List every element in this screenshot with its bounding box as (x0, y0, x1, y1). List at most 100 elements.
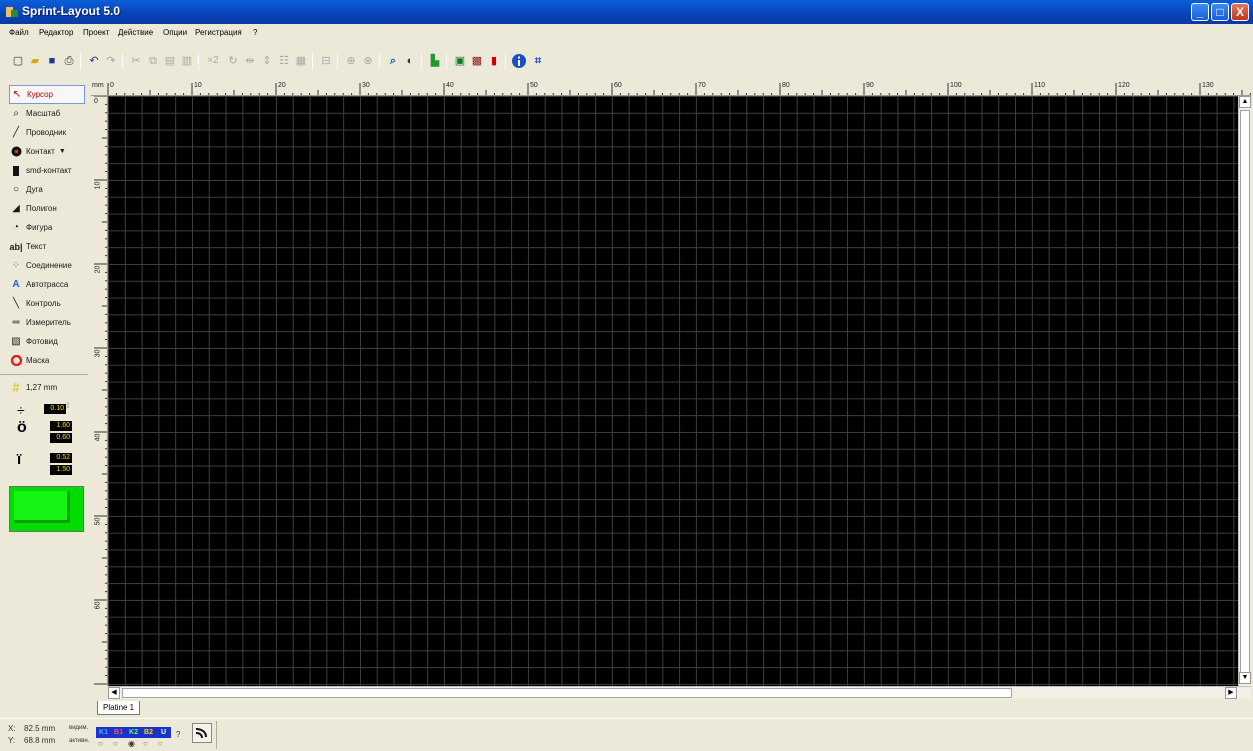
scroll-right-button[interactable]: ▶ (1225, 687, 1237, 699)
shape-icon: ◔ (12, 222, 20, 233)
ungroup-icon[interactable]: ⊟ (318, 53, 334, 69)
mask-icon (9, 354, 23, 368)
group-icon[interactable]: ▦ (293, 53, 309, 69)
layer-k2-radio[interactable]: ◉ (128, 739, 135, 748)
copy-icon[interactable]: ⧉ (145, 53, 161, 69)
close-button[interactable]: X (1231, 3, 1249, 21)
grid-setting[interactable]: #1,27 mm (9, 378, 85, 397)
arc-icon: ○ (12, 184, 20, 195)
lock-icon[interactable]: ⊕ (343, 53, 359, 69)
scroll-left-button[interactable]: ◀ (108, 687, 120, 699)
rotate-icon[interactable]: ↻ (225, 53, 241, 69)
layer-b2-radio[interactable]: ○ (143, 739, 148, 748)
tool-mask[interactable]: Маска (9, 351, 85, 370)
layer-k1-radio[interactable]: ○ (98, 739, 103, 748)
paste-icon[interactable]: ▤ (162, 53, 178, 69)
tool-text[interactable]: ab| Текст (9, 237, 85, 256)
delete-icon[interactable]: ▥ (179, 53, 195, 69)
toolbar-separator (80, 53, 81, 69)
x-coord-value: 82.5 mm (24, 724, 56, 733)
tab-platine-1[interactable]: Platine 1 (97, 701, 141, 715)
menu-project[interactable]: Проект (83, 28, 109, 37)
pcb-canvas[interactable] (108, 96, 1238, 686)
tool-arc[interactable]: ○ Дуга (9, 180, 85, 199)
track-width-value[interactable]: 0.10 (44, 404, 66, 414)
crop-icon[interactable]: ⌗ (530, 53, 546, 69)
mirror-horizontal-icon[interactable]: ⇹ (242, 53, 258, 69)
horizontal-scrollbar[interactable]: ◀ ▶ (108, 686, 1251, 699)
minimize-button[interactable]: _ (1191, 3, 1209, 21)
open-folder-icon[interactable]: ▰ (27, 53, 43, 69)
tool-label: Текст (26, 242, 47, 251)
tool-photoview[interactable]: ▧ Фотовид (9, 332, 85, 351)
menu-edit[interactable]: Редактор (39, 28, 73, 37)
layer-b1-toggle[interactable]: B1 (111, 727, 126, 738)
redo-icon[interactable]: ↷ (103, 53, 119, 69)
transparency-icon[interactable]: ◐ (402, 53, 418, 69)
track-width-spin[interactable]: ⁞ (67, 403, 69, 410)
menu-options[interactable]: Опции (163, 28, 187, 37)
menu-action[interactable]: Действие (118, 28, 153, 37)
smd-height-value[interactable]: 1.50 (50, 465, 72, 475)
pad-outer-value[interactable]: 1.60 (50, 421, 72, 431)
toolbar-separator (198, 53, 199, 69)
layer-switch-icon (195, 728, 207, 739)
align-icon[interactable]: ☷ (276, 53, 292, 69)
tool-zoom[interactable]: ⌕ Масштаб (9, 104, 85, 123)
save-icon[interactable]: ■ (44, 53, 60, 69)
mirror-vertical-icon[interactable]: ⇕ (259, 53, 275, 69)
scroll-down-button[interactable]: ▼ (1239, 672, 1251, 684)
duplicate-x2-icon[interactable]: ×2 (203, 53, 223, 69)
tool-smd-pad[interactable]: smd-контакт (9, 161, 85, 180)
layer-k1-toggle[interactable]: K1 (96, 727, 111, 738)
tool-shape[interactable]: ◔ Фигура (9, 218, 85, 237)
undo-icon[interactable]: ↶ (86, 53, 102, 69)
tool-label: Измеритель (26, 318, 71, 327)
drc-icon[interactable]: ▙ (427, 53, 443, 69)
chevron-down-icon[interactable]: ▼ (59, 148, 66, 155)
tool-cursor[interactable]: ↖ Курсор (9, 85, 85, 104)
info-icon[interactable] (511, 53, 527, 69)
zoom-icon[interactable]: ⌕ (385, 53, 401, 69)
layer-k2-toggle[interactable]: K2 (126, 727, 141, 738)
tool-label: Контакт (26, 147, 55, 156)
tool-label: Контроль (26, 299, 61, 308)
tool-test[interactable]: ╲ Контроль (9, 294, 85, 313)
v-ruler-label: 60 (94, 601, 102, 610)
new-file-icon[interactable]: ▢ (10, 53, 26, 69)
pad-inner-value[interactable]: 0.60 (50, 433, 72, 443)
tool-pad[interactable]: Контакт ▼ (9, 142, 85, 161)
layer-b2-toggle[interactable]: B2 (141, 727, 156, 738)
layer-b1-radio[interactable]: ○ (113, 739, 118, 748)
print-icon[interactable]: ⎙ (61, 53, 77, 69)
scanned-copy-icon[interactable]: ▣ (452, 53, 468, 69)
y-coord-value: 68.8 mm (24, 736, 56, 745)
unlock-icon[interactable]: ⊗ (360, 53, 376, 69)
menu-help[interactable]: ? (253, 28, 257, 37)
tool-autoroute[interactable]: A Автотрасса (9, 275, 85, 294)
tool-label: Маска (26, 356, 50, 365)
track-width-icon: ÷ (17, 402, 25, 418)
vertical-scrollbar[interactable]: ▲ ▼ (1238, 96, 1251, 686)
scroll-up-button[interactable]: ▲ (1239, 96, 1251, 108)
panel-separator (0, 374, 88, 375)
tool-connection[interactable]: ⁘ Соединение (9, 256, 85, 275)
h-ruler-label: 40 (446, 82, 454, 89)
tool-measure[interactable]: ═ Измеритель (9, 313, 85, 332)
title-bar: Sprint-Layout 5.0 _ □ X (0, 0, 1253, 24)
layer-u-radio[interactable]: ○ (158, 739, 163, 748)
tool-polygon[interactable]: ◢ Полигон (9, 199, 85, 218)
tool-track[interactable]: ╱ Проводник (9, 123, 85, 142)
macro-icon[interactable]: ▩ (469, 53, 485, 69)
maximize-button[interactable]: □ (1211, 3, 1229, 21)
horizontal-scroll-thumb[interactable] (122, 688, 1012, 698)
vertical-scroll-thumb[interactable] (1240, 110, 1250, 675)
layer-switch-button[interactable] (192, 723, 212, 743)
cut-icon[interactable]: ✂ (128, 53, 144, 69)
component-icon[interactable]: ▮ (486, 53, 502, 69)
layer-u-toggle[interactable]: U (156, 727, 171, 738)
menu-file[interactable]: Файл (9, 28, 29, 37)
smd-width-value[interactable]: 0.52 (50, 453, 72, 463)
menu-registration[interactable]: Регистрация (195, 28, 242, 37)
layer-help[interactable]: ? (176, 730, 180, 739)
